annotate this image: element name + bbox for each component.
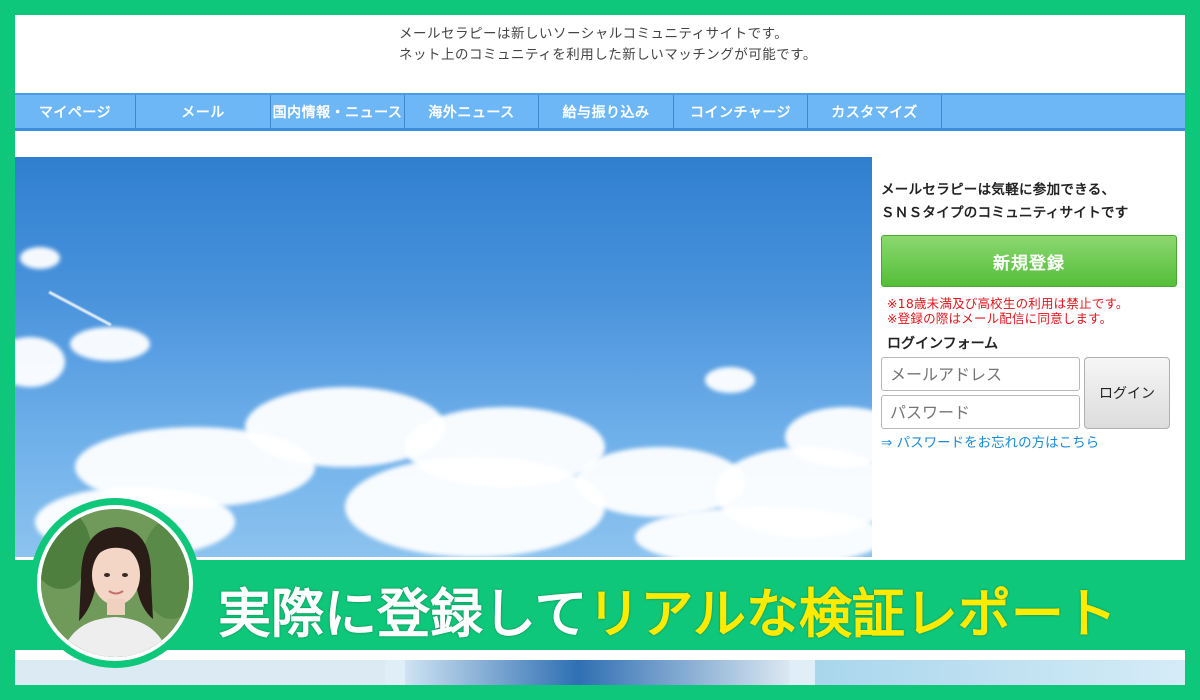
banner-caption-white: 実際に登録して <box>218 584 588 645</box>
forgot-password-link[interactable]: ⇒ パスワードをお忘れの方はこちら <box>881 431 1099 451</box>
login-sidebar: メールセラピーは気軽に参加できる、 ＳＮＳタイプのコミュニティサイトです 新規登… <box>881 157 1181 487</box>
password-field[interactable] <box>881 395 1080 429</box>
nav-item-customize[interactable]: カスタマイズ <box>808 95 942 128</box>
bottom-thumbnails <box>15 660 1185 685</box>
reviewer-avatar <box>37 505 193 661</box>
thumbnail-image <box>405 660 790 685</box>
mail-consent-warning: ※登録の際はメール配信に同意します。 <box>887 311 1113 326</box>
banner-caption-yellow: リアルな検証レポート <box>587 584 1117 645</box>
nav-item-overseas-news[interactable]: 海外ニュース <box>405 95 539 128</box>
register-button[interactable]: 新規登録 <box>881 235 1177 287</box>
nav-item-domestic-news[interactable]: 国内情報・ニュース <box>271 95 405 128</box>
nav-item-mypage[interactable]: マイページ <box>15 95 136 128</box>
cloud-decor <box>345 457 605 557</box>
cloud-decor <box>20 247 60 269</box>
contrail-decor <box>48 290 112 327</box>
site-intro-line-2: ＳＮＳタイプのコミュニティサイトです <box>881 205 1129 221</box>
login-button[interactable]: ログイン <box>1084 357 1170 429</box>
email-field[interactable] <box>881 357 1080 391</box>
site-intro: メールセラピーは気軽に参加できる、 ＳＮＳタイプのコミュニティサイトです <box>881 179 1129 225</box>
nav-item-mail[interactable]: メール <box>136 95 271 128</box>
nav-item-salary-transfer[interactable]: 給与振り込み <box>539 95 674 128</box>
cloud-decor <box>70 327 150 361</box>
header-tagline-1: メールセラピーは新しいソーシャルコミュニティサイトです。 <box>399 26 789 42</box>
banner-caption: 実際に登録してリアルな検証レポート <box>218 572 1117 648</box>
site-header: メールセラピーは新しいソーシャルコミュニティサイトです。 ネット上のコミュニティ… <box>15 15 1185 93</box>
site-intro-line-1: メールセラピーは気軽に参加できる、 <box>881 182 1116 198</box>
cloud-decor <box>705 367 755 393</box>
hero-sky-image <box>15 157 872 557</box>
cloud-decor <box>15 337 65 387</box>
login-form-title: ログインフォーム <box>887 336 999 352</box>
thumbnail-image <box>15 660 385 685</box>
thumbnail-image <box>815 660 1185 685</box>
main-nav: マイページ メール 国内情報・ニュース 海外ニュース 給与振り込み コインチャー… <box>15 93 1185 131</box>
person-avatar-icon <box>41 509 189 657</box>
nav-item-coin-charge[interactable]: コインチャージ <box>674 95 808 128</box>
header-tagline-2: ネット上のコミュニティを利用した新しいマッチングが可能です。 <box>399 47 817 63</box>
